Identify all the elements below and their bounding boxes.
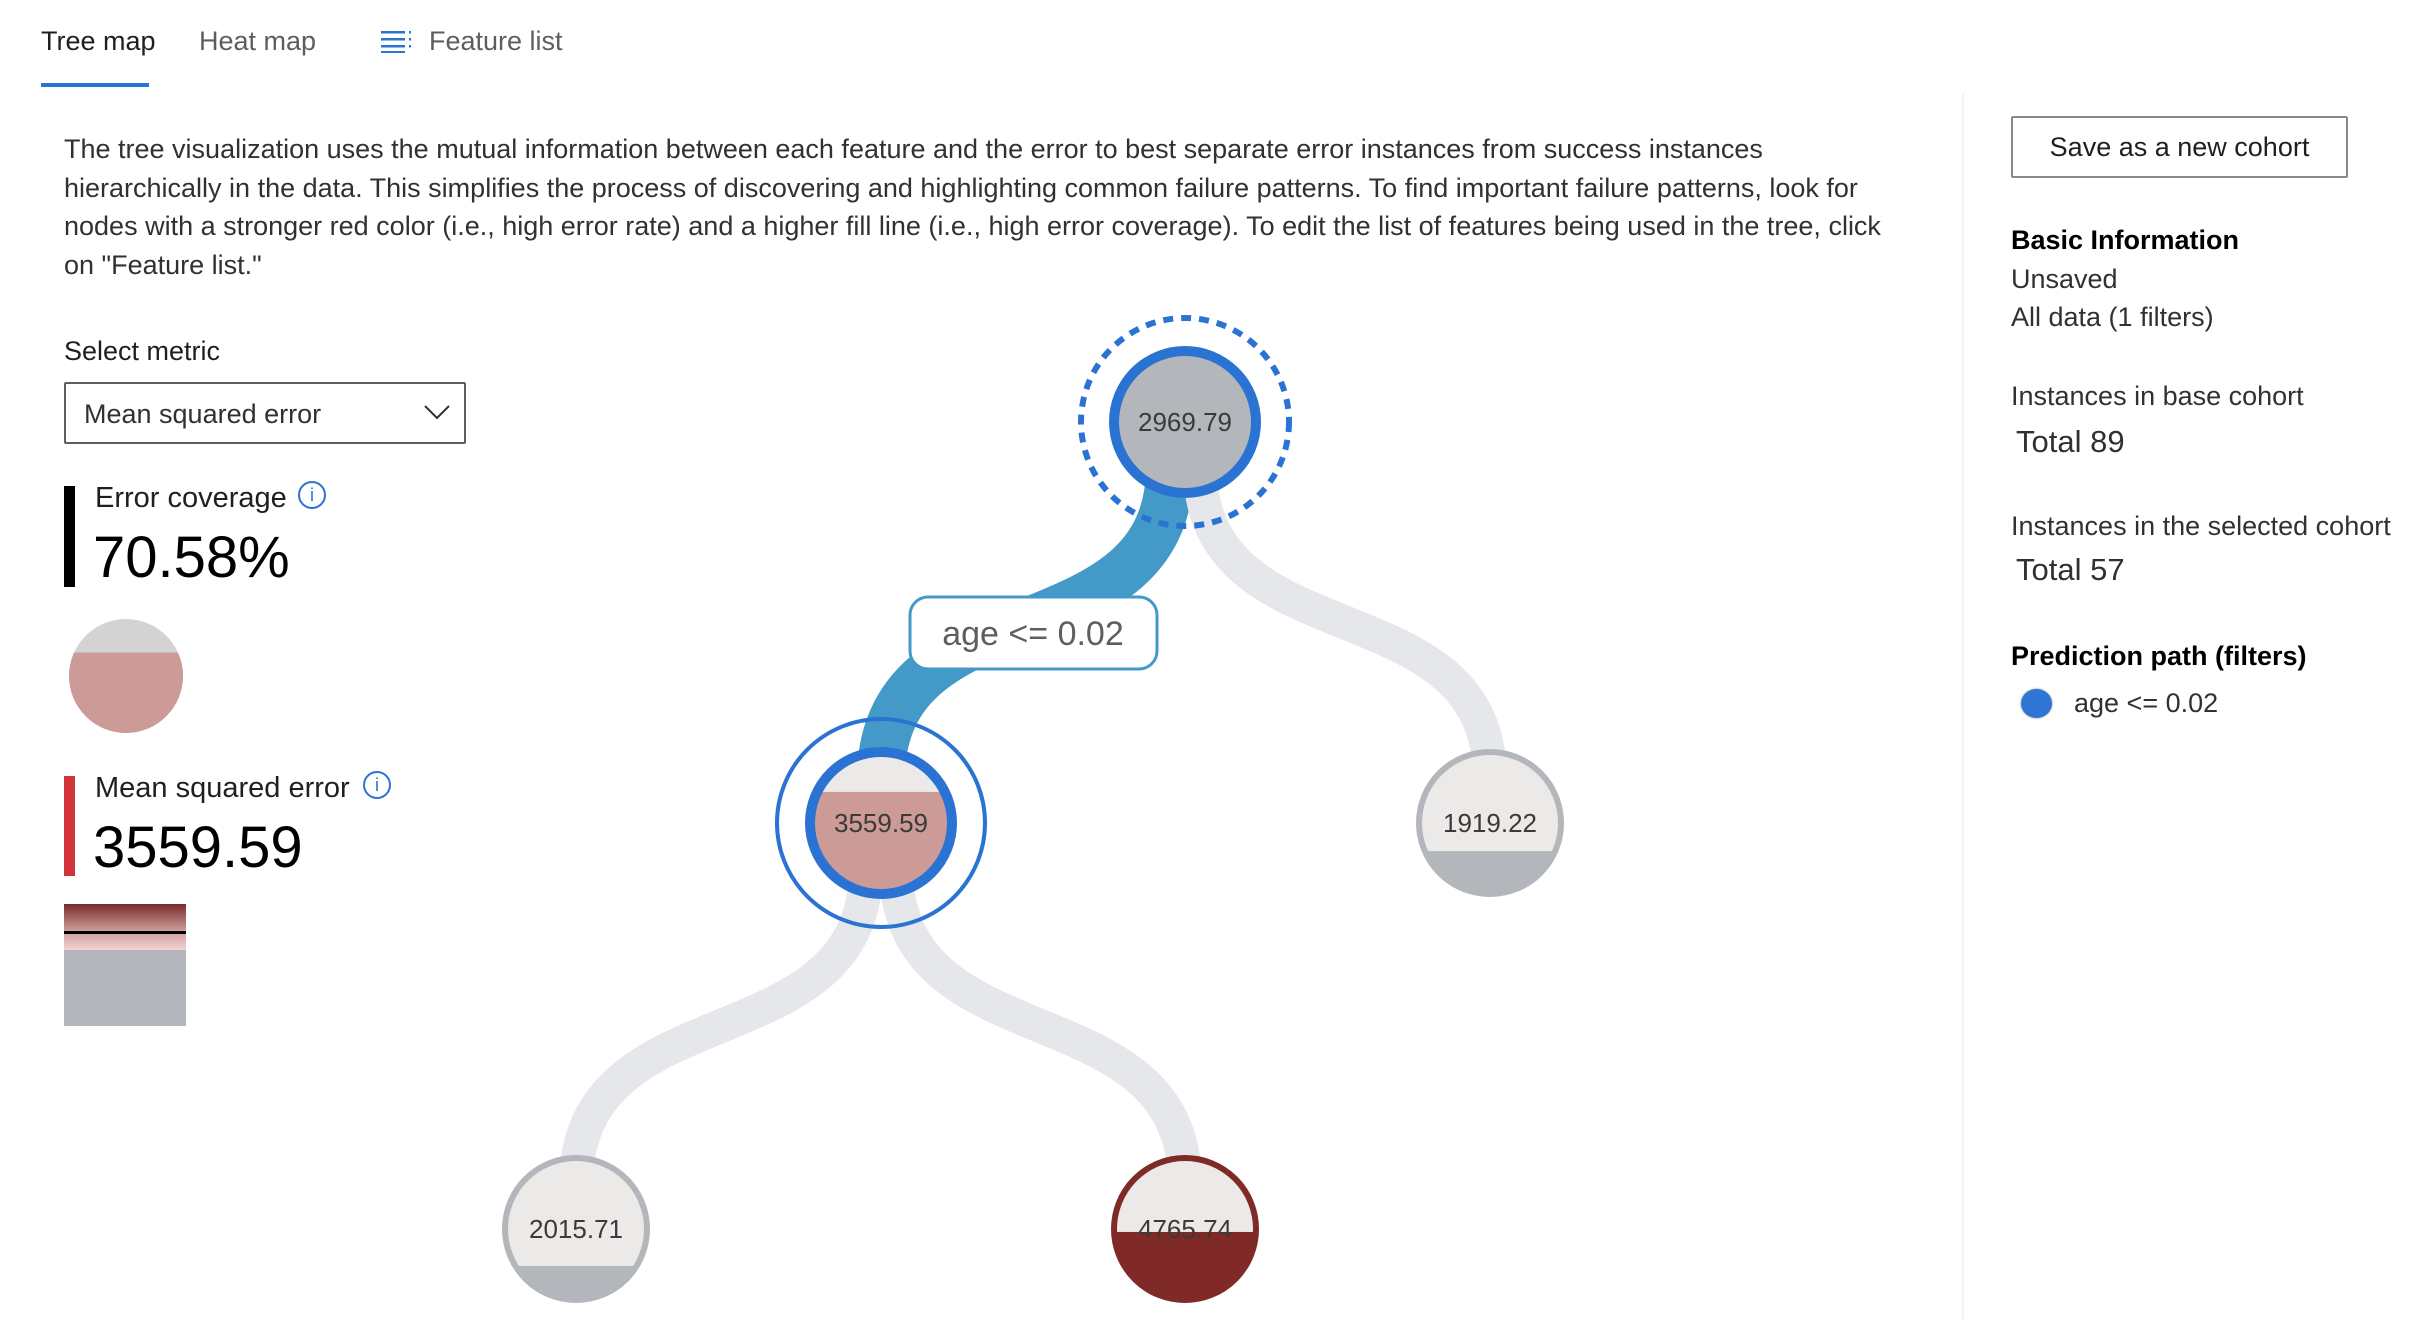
tree-links	[559, 465, 1507, 1185]
tree-map: 2969.79 3559.59 1919.22 2015.71 4765.74 age <…	[502, 315, 1564, 1303]
tree-node[interactable]: 2969.79	[1078, 315, 1292, 529]
tree-link[interactable]	[879, 867, 1202, 1185]
panel-divider	[1962, 94, 1964, 1320]
basic-info-title: Basic Information	[2011, 225, 2240, 255]
base-cohort-total: Total 89	[2016, 424, 2125, 459]
split-condition-text: age <= 0.02	[942, 615, 1124, 653]
node-value: 4765.74	[1138, 1214, 1232, 1244]
selected-cohort-total: Total 57	[2016, 552, 2125, 587]
tree-node[interactable]: 1919.22	[1416, 749, 1564, 897]
tree-node[interactable]: 3559.59	[775, 717, 987, 929]
save-cohort-button[interactable]: Save as a new cohort	[2011, 116, 2348, 178]
base-cohort-label: Instances in base cohort	[2011, 381, 2304, 411]
node-value: 2015.71	[529, 1214, 623, 1244]
tree-link[interactable]	[1183, 466, 1507, 779]
filter-item: age <= 0.02	[2074, 688, 2219, 718]
tree-link[interactable]	[559, 867, 883, 1185]
node-value: 2969.79	[1138, 407, 1232, 437]
selected-cohort-label: Instances in the selected cohort	[2011, 511, 2391, 541]
node-value: 3559.59	[834, 808, 928, 838]
tree-node[interactable]: 4765.74	[1111, 1155, 1259, 1303]
node-value: 1919.22	[1443, 808, 1537, 838]
tree-node[interactable]: 2015.71	[502, 1155, 650, 1303]
filter-dot-icon	[2021, 689, 2052, 718]
split-condition-label: age <= 0.02	[908, 595, 1159, 671]
cohort-filters: All data (1 filters)	[2011, 302, 2214, 332]
cohort-name: Unsaved	[2011, 264, 2118, 294]
prediction-path-title: Prediction path (filters)	[2011, 641, 2307, 671]
